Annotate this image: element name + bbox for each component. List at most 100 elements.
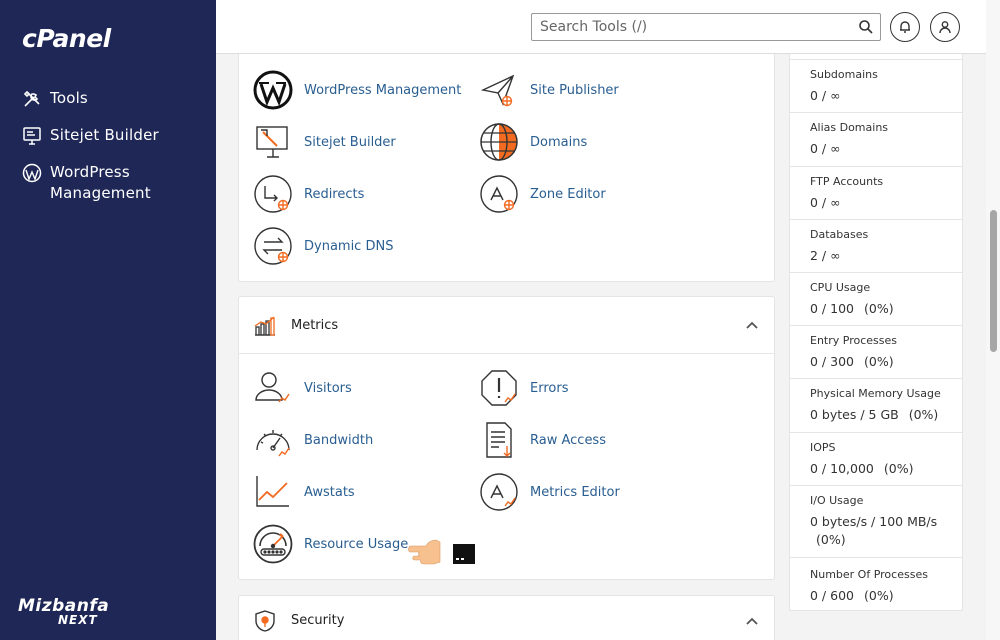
stat-percent: (0%) — [908, 407, 939, 422]
stat-value-text: 0 bytes / 5 GB — [810, 407, 899, 422]
sidebar-item-tools[interactable]: Tools — [0, 84, 216, 113]
chevron-up-icon[interactable] — [744, 317, 760, 333]
stat-io-usage[interactable]: I/O Usage 0 bytes/s / 100 MB/s (0%) — [790, 486, 962, 558]
metrics-editor-icon — [480, 473, 518, 511]
globe-icon — [480, 123, 518, 161]
stat-label: Entry Processes — [810, 334, 897, 347]
stat-number-of-processes[interactable]: Number Of Processes 0 / 600 (0%) — [790, 558, 962, 611]
tool-awstats[interactable]: Awstats — [253, 472, 355, 512]
tool-errors[interactable]: Errors — [479, 368, 568, 408]
stat-value: 0 / ∞ — [810, 140, 942, 158]
tool-label: Errors — [530, 380, 569, 396]
stat-physical-memory-usage[interactable]: Physical Memory Usage 0 bytes / 5 GB (0%) — [790, 379, 962, 433]
stat-value: 0 / 300 (0%) — [810, 353, 942, 371]
section-title: Security — [291, 613, 345, 628]
paper-plane-icon — [480, 74, 515, 107]
tool-zone-editor[interactable]: Zone Editor — [479, 174, 606, 214]
tools-icon — [23, 90, 40, 107]
stat-cpu-usage[interactable]: CPU Usage 0 / 100 (0%) — [790, 273, 962, 326]
tool-dynamic-dns[interactable]: Dynamic DNS — [253, 226, 393, 266]
mizbanfa-logo: Mizbanfa NEXT — [18, 598, 109, 627]
tool-wordpress-management[interactable]: WordPress Management — [253, 70, 461, 110]
tool-label: Visitors — [304, 380, 352, 396]
wordpress-icon — [253, 70, 293, 110]
stat-entry-processes[interactable]: Entry Processes 0 / 300 (0%) — [790, 326, 962, 379]
stat-value: 0 / ∞ — [810, 194, 942, 212]
line-chart-icon — [256, 476, 289, 507]
tool-label: Resource Usage — [304, 536, 409, 552]
tool-label: Domains — [530, 134, 588, 150]
notifications-button[interactable] — [890, 12, 920, 42]
document-icon — [486, 422, 512, 458]
search-input[interactable] — [532, 14, 842, 40]
security-header[interactable]: Security — [239, 596, 774, 640]
stat-label: Alias Domains — [810, 121, 889, 134]
stat-label: Databases — [810, 228, 869, 241]
stat-percent: (0%) — [863, 588, 894, 603]
tool-raw-access[interactable]: Raw Access — [479, 420, 606, 460]
zone-editor-icon — [480, 175, 518, 213]
chevron-up-icon[interactable] — [744, 613, 760, 629]
stat-label: Number Of Processes — [810, 568, 928, 581]
stat-value: 0 / 10,000 (0%) — [810, 460, 942, 478]
user-menu-button[interactable] — [930, 12, 960, 42]
metrics-header[interactable]: Metrics — [239, 297, 774, 354]
metrics-icon — [254, 316, 275, 336]
scrollbar[interactable] — [986, 0, 1000, 640]
metrics-panel: Metrics Visitors Errors Bandwidth Raw Ac — [238, 296, 775, 580]
sidebar-item-sitejet-builder[interactable]: Sitejet Builder — [0, 121, 216, 150]
speedometer-icon — [253, 524, 293, 564]
stat-value-text: 0 / 300 — [810, 354, 854, 369]
stat-value-text: 0 bytes/s / 100 MB/s — [810, 514, 938, 529]
stat-iops[interactable]: IOPS 0 / 10,000 (0%) — [790, 433, 962, 486]
stat-value: 0 bytes/s / 100 MB/s (0%) — [810, 513, 942, 549]
tool-redirects[interactable]: Redirects — [253, 174, 364, 214]
sidebar: cPanel Tools Sitejet Builder WordPress M… — [0, 0, 216, 640]
stat-ftp-accounts[interactable]: FTP Accounts 0 / ∞ — [790, 167, 962, 220]
stat-value: 0 / 600 (0%) — [810, 587, 942, 605]
bell-icon — [900, 21, 910, 33]
stat-value-text: 0 / ∞ — [810, 195, 841, 210]
stat-value-text: 0 / 600 — [810, 588, 854, 603]
tool-visitors[interactable]: Visitors — [253, 368, 352, 408]
shield-icon — [255, 609, 275, 632]
stat-alias-domains[interactable]: Alias Domains 0 / ∞ — [790, 113, 962, 167]
pointing-hand-icon — [408, 539, 475, 565]
scrollbar-thumb[interactable] — [990, 210, 997, 352]
tool-label: Raw Access — [530, 432, 606, 448]
tool-sitejet-builder[interactable]: Sitejet Builder — [253, 122, 396, 162]
stat-value: 0 / 100 (0%) — [810, 300, 942, 318]
stat-value-text: 0 / ∞ — [810, 88, 841, 103]
redirect-icon — [254, 175, 292, 213]
stat-subdomains[interactable]: Subdomains 0 / ∞ — [790, 60, 962, 113]
stat-value-text: 0 / 100 — [810, 301, 854, 316]
tool-domains[interactable]: Domains — [479, 122, 587, 162]
stat-databases[interactable]: Databases 2 / ∞ — [790, 220, 962, 273]
search-icon[interactable] — [858, 19, 874, 35]
sidebar-item-wordpress-management[interactable]: WordPress Management — [0, 158, 216, 208]
monitor-icon — [23, 127, 41, 145]
gauge-icon — [256, 430, 290, 457]
tool-label: Metrics Editor — [530, 484, 620, 500]
cpanel-logo[interactable]: cPanel — [22, 24, 111, 53]
tool-site-publisher[interactable]: Site Publisher — [479, 70, 619, 110]
stat-percent: (0%) — [863, 354, 894, 369]
domains-panel: WordPress Management Site Publisher Site… — [238, 54, 775, 282]
tool-label: Zone Editor — [530, 186, 606, 202]
stat-value-text: 2 / ∞ — [810, 248, 841, 263]
stat-percent: (0%) — [816, 532, 846, 547]
stat-value: 0 / ∞ — [810, 87, 942, 105]
tool-resource-usage[interactable]: Resource Usage — [253, 524, 408, 564]
monitor-icon — [256, 126, 288, 158]
stat-divider — [790, 53, 962, 60]
top-bar — [216, 0, 986, 54]
tool-metrics-editor[interactable]: Metrics Editor — [479, 472, 620, 512]
tool-label: Dynamic DNS — [304, 238, 394, 254]
section-title: Metrics — [291, 317, 339, 333]
user-icon — [939, 21, 951, 34]
tool-bandwidth[interactable]: Bandwidth — [253, 420, 373, 460]
tool-label: Bandwidth — [304, 432, 374, 448]
stat-label: IOPS — [810, 441, 836, 454]
brand-name: Mizbanfa — [18, 596, 110, 616]
stat-label: Physical Memory Usage — [810, 387, 941, 400]
